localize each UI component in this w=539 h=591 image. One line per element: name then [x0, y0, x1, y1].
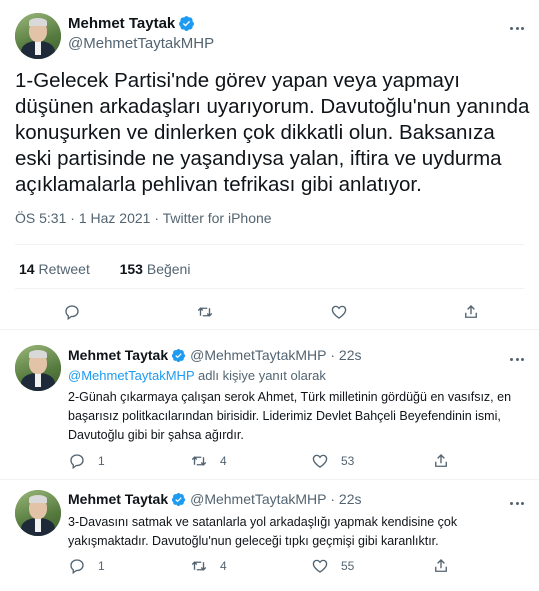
tweet-text: 2-Günah çıkarmaya çalışan serok Ahmet, T… [68, 390, 512, 442]
handle[interactable]: @MehmetTaytakMHP [190, 347, 326, 363]
like-button[interactable]: 55 [311, 557, 354, 575]
divider [15, 244, 524, 245]
tweet-time[interactable]: ÖS 5:31 [15, 210, 66, 226]
avatar[interactable] [15, 490, 61, 536]
author-row: Mehmet Taytak @MehmetTaytakMHP · 22s [68, 347, 362, 363]
display-name[interactable]: Mehmet Taytak [68, 347, 168, 363]
share-button[interactable] [432, 452, 450, 470]
meta-separator: · [326, 491, 339, 507]
reply-tweet[interactable]: Mehmet Taytak @MehmetTaytakMHP · 22s @Me… [0, 330, 539, 480]
retweet-button[interactable]: 4 [190, 452, 227, 470]
tweet-age[interactable]: 22s [339, 347, 362, 363]
retweet-button[interactable]: 4 [190, 557, 227, 575]
like-button[interactable]: 53 [311, 452, 354, 470]
reply-button[interactable] [63, 303, 81, 321]
reply-icon [70, 454, 84, 470]
reply-to-label: adlı kişiye yanıt olarak [198, 368, 326, 383]
tweet-text: 1-Gelecek Partisi'nde görev yapan veya y… [15, 69, 530, 196]
reply-icon [65, 305, 79, 321]
retweet-count: 4 [220, 559, 227, 573]
retweet-count: 4 [220, 454, 227, 468]
retweet-icon [191, 561, 207, 571]
main-tweet: Mehmet Taytak @MehmetTaytakMHP 1-Gelecek… [0, 0, 539, 330]
like-icon [331, 305, 347, 319]
retweet-icon [191, 456, 207, 466]
like-count: 55 [341, 559, 355, 573]
like-stat[interactable]: 153 Beğeni [120, 261, 191, 277]
author-row: Mehmet Taytak @MehmetTaytakMHP · 22s [68, 491, 362, 507]
more-icon[interactable] [508, 19, 526, 37]
tweet-date[interactable]: 1 Haz 2021 [79, 210, 151, 226]
reply-count: 1 [98, 454, 105, 468]
verified-badge-icon [179, 16, 195, 31]
more-icon[interactable] [508, 494, 526, 512]
share-icon [465, 305, 477, 318]
share-button[interactable] [462, 303, 480, 321]
reply-button[interactable]: 1 [68, 452, 105, 470]
retweet-icon [197, 307, 213, 317]
reply-to-handle[interactable]: @MehmetTaytakMHP [68, 368, 194, 383]
like-icon [312, 559, 328, 573]
retweet-stat[interactable]: 14 Retweet [19, 261, 90, 277]
meta-separator: · [326, 347, 339, 363]
like-button[interactable] [330, 303, 348, 321]
tweet-source[interactable]: Twitter for iPhone [163, 210, 272, 226]
author-row: Mehmet Taytak [68, 15, 195, 32]
like-icon [312, 454, 328, 468]
more-icon[interactable] [508, 350, 526, 368]
avatar[interactable] [15, 345, 61, 391]
reply-tweet[interactable]: Mehmet Taytak @MehmetTaytakMHP · 22s 3-D… [0, 480, 539, 591]
handle[interactable]: @MehmetTaytakMHP [68, 35, 214, 52]
reply-to-context: @MehmetTaytakMHP adlı kişiye yanıt olara… [68, 368, 326, 383]
divider [15, 288, 524, 289]
display-name[interactable]: Mehmet Taytak [68, 15, 175, 32]
avatar[interactable] [15, 13, 61, 59]
share-icon [435, 454, 447, 467]
meta-separator: · [154, 210, 163, 226]
engagement-stats: 14 Retweet 153 Beğeni [19, 261, 190, 277]
like-count: 53 [341, 454, 355, 468]
share-icon [435, 559, 447, 572]
handle[interactable]: @MehmetTaytakMHP [190, 491, 326, 507]
meta-separator: · [70, 210, 79, 226]
tweet-meta: ÖS 5:31 · 1 Haz 2021 · Twitter for iPhon… [15, 210, 272, 226]
verified-badge-icon [172, 348, 186, 362]
retweet-button[interactable] [196, 303, 214, 321]
reply-button[interactable]: 1 [68, 557, 105, 575]
reply-icon [70, 559, 84, 575]
share-button[interactable] [432, 557, 450, 575]
display-name[interactable]: Mehmet Taytak [68, 491, 168, 507]
tweet-age[interactable]: 22s [339, 491, 362, 507]
verified-badge-icon [172, 492, 186, 506]
reply-count: 1 [98, 559, 105, 573]
tweet-text: 3-Davasını satmak ve satanlarla yol arka… [68, 515, 458, 548]
